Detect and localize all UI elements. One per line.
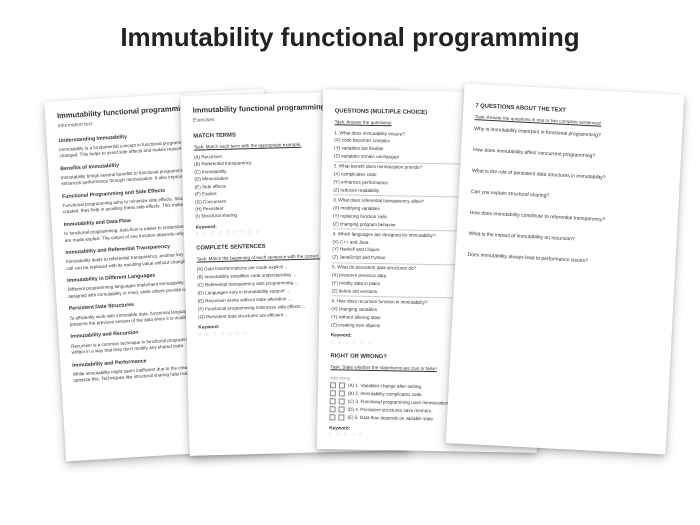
match-l: (D) Memoization bbox=[194, 176, 228, 183]
match-l: (E) Side effects bbox=[195, 183, 226, 190]
question-item: Can you explain structural sharing? bbox=[471, 189, 667, 206]
question-item: Does immutability always lead to perform… bbox=[467, 251, 663, 268]
match-l: (F) Explicit bbox=[195, 191, 217, 198]
rw-item: (D) 4. Persistent structures save memory… bbox=[348, 407, 432, 413]
page-title: Immutability functional programming bbox=[0, 22, 700, 53]
rw-item: (B) 2. Immutability complicates code. bbox=[348, 391, 423, 397]
match-l: (H) Persistent bbox=[195, 206, 223, 213]
match-l: (A) Recursion bbox=[194, 154, 222, 161]
page-stage: Immutability functional programming Info… bbox=[0, 75, 700, 525]
question-item: How does immutability contribute to refe… bbox=[470, 209, 666, 226]
match-l: (I) Structural sharing bbox=[195, 213, 237, 221]
question-item: What is the impact of immutability on re… bbox=[469, 230, 665, 247]
match-l: (G) Concurrent bbox=[195, 198, 226, 205]
question-list: Why is immutability important in functio… bbox=[467, 126, 670, 269]
worksheet-page-4: 7 QUESTIONS ABOUT THE TEXT Task: Answer … bbox=[446, 83, 685, 454]
question-item: How does immutability affect concurrent … bbox=[473, 147, 669, 164]
rw-item: (C) 3. Functional programming uses memoi… bbox=[348, 399, 450, 406]
rw-item: (A) 1. Variables change after setting. bbox=[348, 383, 422, 389]
match-l: (C) Immutability bbox=[194, 169, 226, 176]
rw-item: (E) 5. Data flow depends on variable sta… bbox=[347, 415, 434, 422]
question-item: What is the role of persistent data stru… bbox=[472, 168, 668, 185]
